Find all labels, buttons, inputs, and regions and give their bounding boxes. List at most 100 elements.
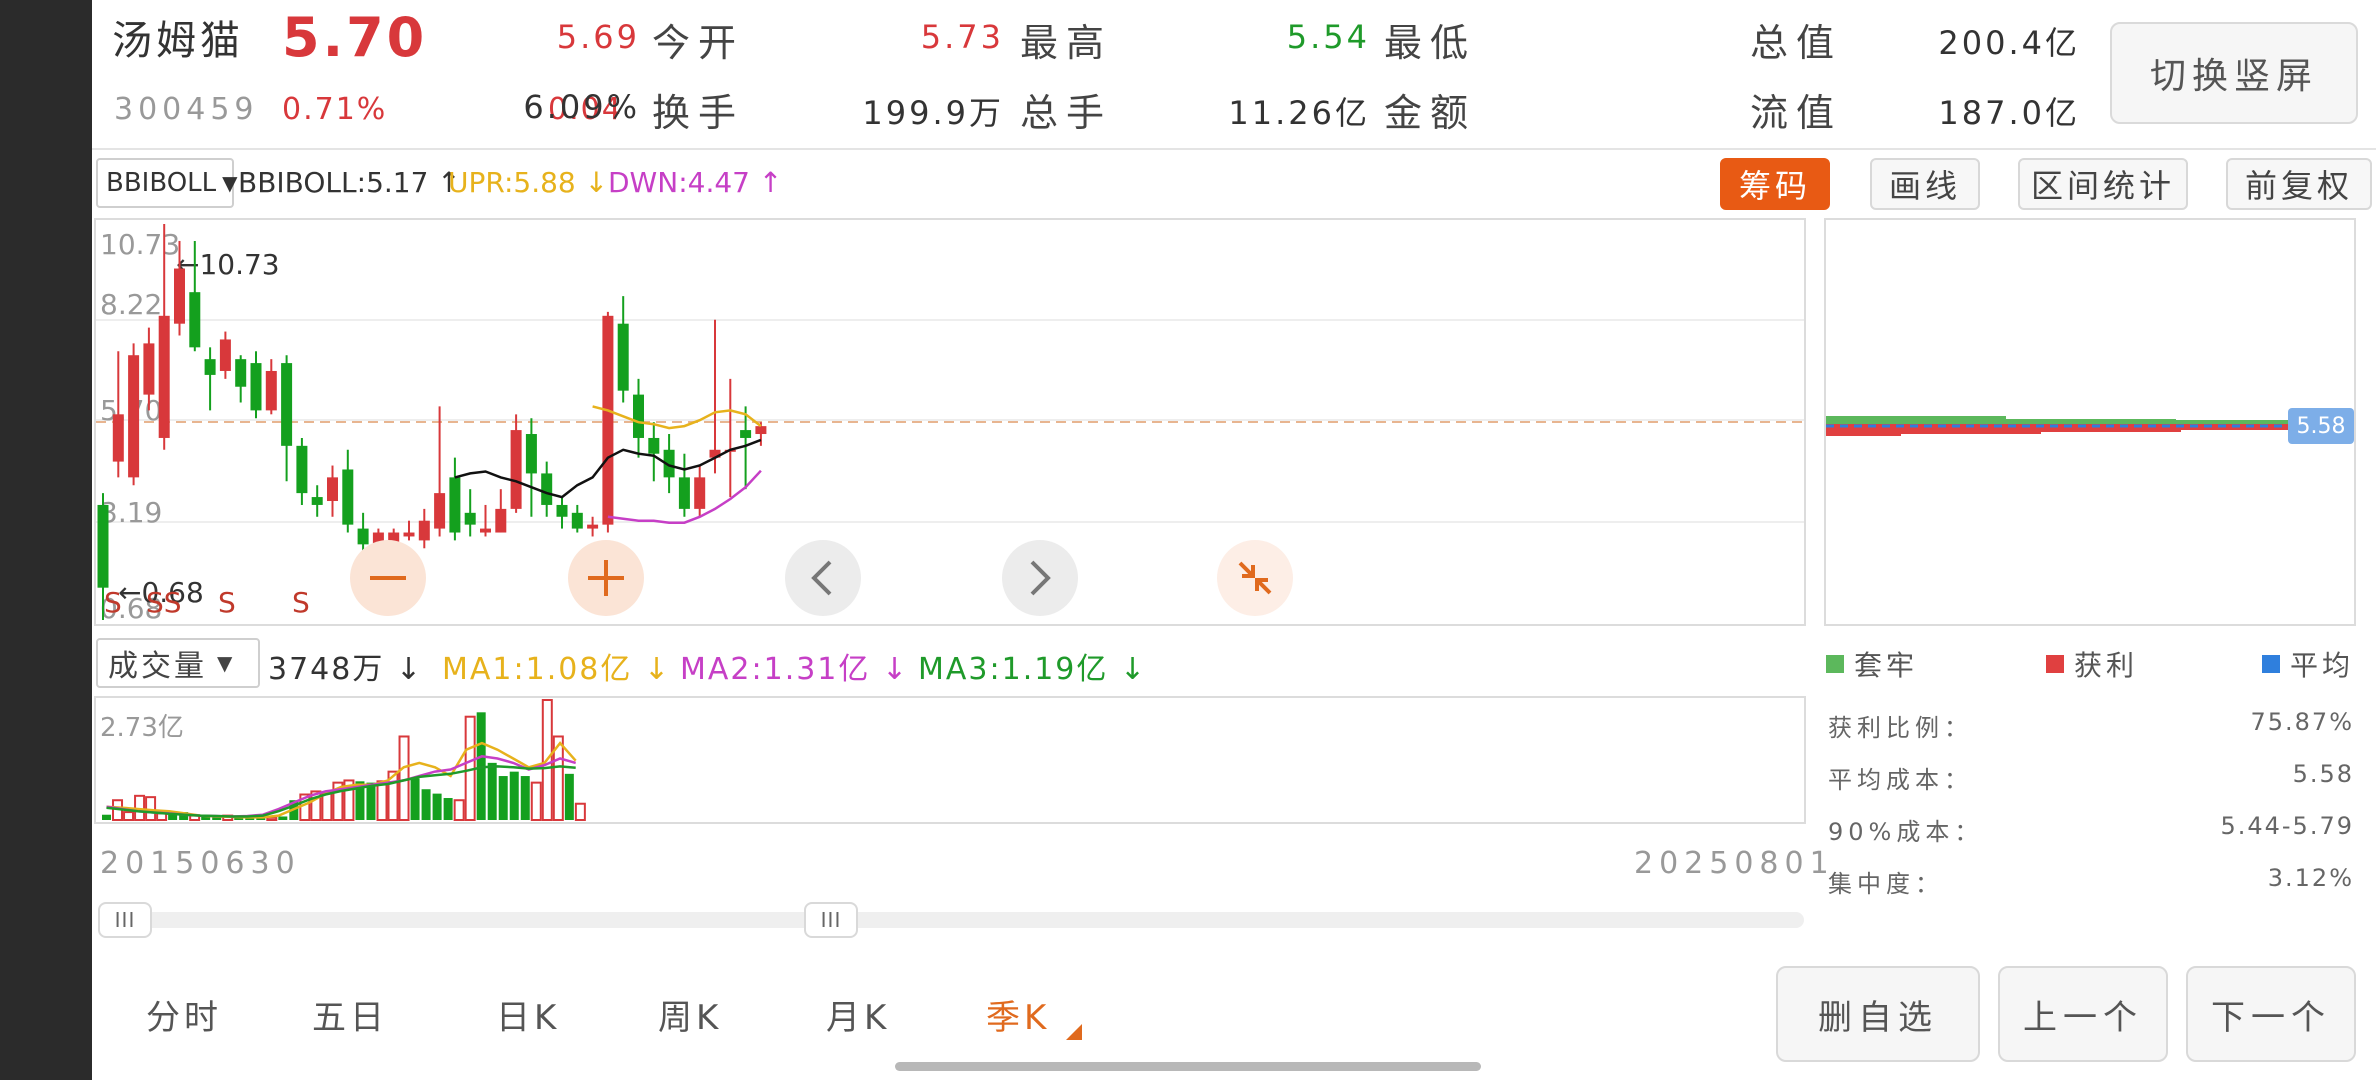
float-value-label: 流值: [1750, 91, 1843, 135]
volume-indicator-select[interactable]: 成交量 ▼: [96, 638, 260, 688]
tab-five-day[interactable]: 五日: [312, 990, 388, 1039]
tab-monthly-k[interactable]: 月K: [826, 990, 890, 1039]
home-indicator[interactable]: [895, 1062, 1481, 1071]
profit-ratio-label: 获利比例：: [1828, 714, 1973, 742]
amount-value: 11.26亿: [1228, 94, 1370, 132]
volume-label: 总手: [1020, 91, 1113, 135]
candle-up: [327, 477, 338, 502]
turnover-value: 6.09%: [523, 88, 640, 126]
sell-signal-mark: S: [218, 586, 236, 619]
candle-up: [510, 430, 522, 509]
candle-down: [281, 363, 293, 446]
start-date: 20150630: [100, 846, 301, 881]
bbiboll-value: BBIBOLL:5.17 ↑: [238, 166, 461, 199]
candle-down: [97, 504, 109, 588]
kline-chart[interactable]: 10.73 8.22 5.70 3.19 0.68 ←10.73 ←0.68 S…: [94, 218, 1806, 626]
legend-trapped-label: 套牢: [1854, 649, 1919, 682]
candle-down: [250, 363, 262, 411]
candle-down: [357, 528, 369, 545]
volume-bar-up: [574, 802, 586, 822]
chip-distribution-svg: 5.58: [1826, 408, 2354, 444]
volume-chart[interactable]: 2.73亿: [94, 696, 1806, 824]
scroll-left-button[interactable]: [785, 540, 861, 616]
volume-bar-down: [168, 814, 178, 820]
zoom-in-button[interactable]: [568, 540, 644, 616]
candle-down: [449, 477, 461, 533]
candle-up: [128, 355, 140, 478]
zoom-out-button[interactable]: [350, 540, 426, 616]
cost-90-label: 90%成本：: [1828, 818, 1984, 846]
volume-bar-down: [432, 793, 442, 820]
candle-up: [174, 268, 185, 324]
tab-intraday[interactable]: 分时: [146, 990, 222, 1039]
tab-weekly-k[interactable]: 周K: [658, 990, 722, 1039]
average-cost-label: 平均成本：: [1828, 766, 1973, 794]
quote-header: 汤姆猫 5.70 300459 0.71% 0.04 今开 5.69 最高 5.…: [92, 0, 2376, 150]
candle-up: [158, 315, 170, 438]
volume-ma1: MA1:1.08亿 ↓: [442, 652, 672, 687]
volume-select-value: 成交量: [108, 649, 207, 684]
volume-bar-down: [366, 782, 376, 820]
indicator-select[interactable]: BBIBOLL ▼: [96, 158, 238, 208]
max-price-annotation: ←10.73: [176, 248, 280, 281]
scroll-right-button[interactable]: [1002, 540, 1078, 616]
legend-average-swatch: [2262, 655, 2280, 673]
range-slider-track[interactable]: [100, 912, 1804, 928]
sell-signal-mark: S: [104, 586, 122, 619]
volume-bar-down: [564, 773, 574, 820]
legend-trapped: 套牢: [1826, 644, 1918, 684]
candle-up: [602, 315, 614, 525]
candle-down: [556, 504, 568, 517]
legend-trapped-swatch: [1826, 655, 1844, 673]
adjust-mode-button[interactable]: 前复权: [2226, 158, 2372, 210]
switch-portrait-button[interactable]: 切换竖屏: [2110, 22, 2358, 124]
tab-daily-k[interactable]: 日K: [496, 990, 560, 1039]
range-stats-button[interactable]: 区间统计: [2018, 158, 2188, 210]
candle-up: [403, 532, 415, 537]
volume-bar-down: [487, 762, 497, 820]
next-stock-button[interactable]: 下一个: [2186, 966, 2356, 1062]
legend-average: 平均: [2262, 644, 2354, 684]
candle-down: [525, 434, 537, 474]
candle-down: [311, 497, 323, 505]
draw-line-button[interactable]: 画线: [1870, 158, 1980, 210]
volume-bar-down: [421, 789, 431, 820]
kline-y-label-2: 8.22: [100, 288, 162, 321]
candle-up: [265, 370, 277, 411]
candle-down: [204, 359, 216, 375]
collapse-button[interactable]: [1217, 540, 1293, 616]
volume-current: 3748万 ↓: [268, 652, 424, 687]
candle-up: [434, 493, 446, 529]
high-value: 5.73: [920, 18, 1004, 56]
low-value: 5.54: [1286, 18, 1370, 56]
volume-bar-up: [266, 816, 278, 822]
candle-down: [296, 445, 308, 494]
range-slider-left-handle[interactable]: III: [98, 902, 152, 938]
upr-line: [592, 405, 762, 430]
volume-bar-up: [123, 811, 135, 822]
float-value: 187.0亿: [1938, 94, 2080, 132]
previous-stock-button[interactable]: 上一个: [1998, 966, 2168, 1062]
candle-down: [235, 359, 247, 387]
tab-quarterly-k[interactable]: 季K: [986, 990, 1050, 1039]
indicator-select-value: BBIBOLL: [106, 168, 217, 198]
cost-90-value: 5.44-5.79: [2220, 812, 2354, 840]
candle-down: [633, 394, 644, 438]
volume-bar-down: [102, 814, 111, 820]
chip-button[interactable]: 筹码: [1720, 158, 1830, 210]
chip-trapped-bar: [1826, 416, 2006, 424]
volume-bar-up: [321, 791, 333, 821]
candle-up: [418, 520, 430, 541]
profit-ratio-value: 75.87%: [2250, 708, 2354, 736]
remove-watchlist-button[interactable]: 删自选: [1776, 966, 1980, 1062]
range-slider-right-handle[interactable]: III: [804, 902, 858, 938]
stock-code: 300459: [114, 92, 259, 127]
volume-bar-down: [410, 778, 420, 820]
candle-down: [189, 292, 201, 348]
candle-down: [342, 469, 354, 525]
volume-bar-down: [443, 798, 453, 820]
volume-bar-up: [376, 780, 388, 821]
dwn-value: DWN:4.47 ↑: [608, 166, 783, 199]
volume-y-label-max: 2.73亿: [100, 713, 184, 743]
kline-y-label-max: 10.73: [100, 228, 180, 261]
